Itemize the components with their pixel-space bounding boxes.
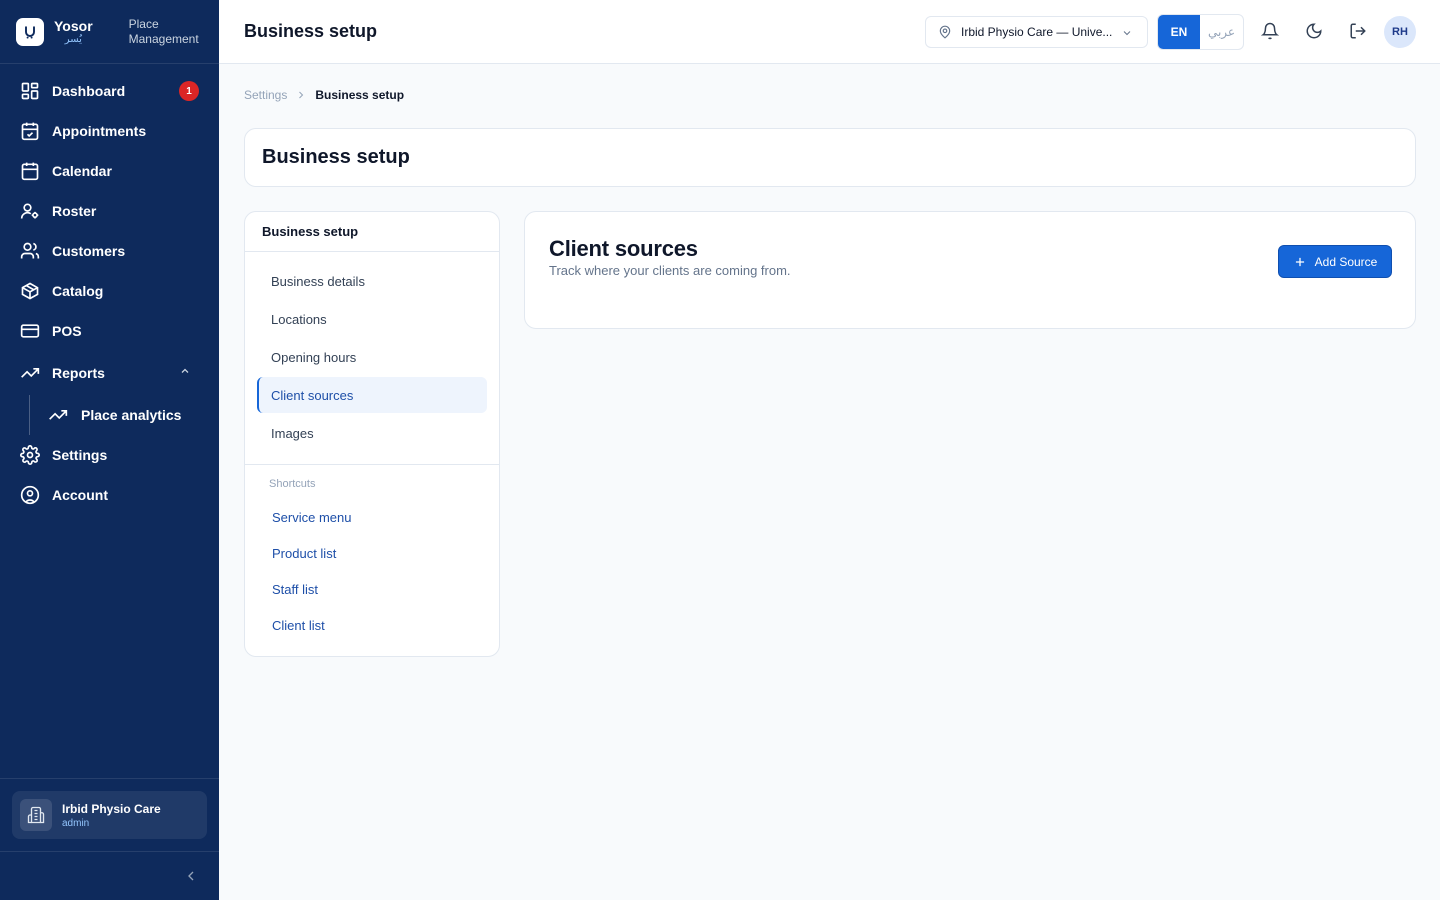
sidebar-item-label: Settings <box>52 447 108 463</box>
calendar-icon <box>21 162 39 181</box>
section-title: Client sources <box>549 236 698 261</box>
lang-ar-button[interactable]: عربي <box>1200 15 1243 49</box>
divider <box>0 851 219 852</box>
sidebar-item-roster[interactable]: Roster <box>0 191 219 231</box>
settings-nav-images[interactable]: Images <box>257 415 487 451</box>
settings-nav-business-details[interactable]: Business details <box>257 263 487 299</box>
breadcrumb: Settings Business setup <box>244 88 404 102</box>
divider <box>245 464 499 465</box>
sidebar-item-label: Calendar <box>52 163 112 179</box>
sidebar-item-label: Account <box>52 487 108 503</box>
brand-name: Yosor <box>54 17 93 34</box>
settings-nav-client-sources[interactable]: Client sources <box>257 377 487 413</box>
brand-name-ar: يُسر <box>64 33 82 45</box>
sidebar-item-label: Catalog <box>52 283 104 299</box>
brand[interactable]: Yosor يُسر Place Management <box>0 0 219 64</box>
dashboard-icon <box>21 82 39 100</box>
brand-logo-icon <box>16 17 44 46</box>
user-circle-icon <box>20 485 40 505</box>
sidebar: Yosor يُسر Place Management Dashboard 1 … <box>0 0 219 900</box>
chevron-right-icon <box>299 91 304 99</box>
gear-icon <box>20 445 40 465</box>
settings-nav-heading: Business setup <box>245 212 499 252</box>
avatar[interactable]: RH <box>1384 16 1416 48</box>
sidebar-item-reports[interactable]: Reports <box>0 351 219 395</box>
sidebar-item-account[interactable]: Account <box>0 475 219 515</box>
shortcut-staff-list[interactable]: Staff list <box>272 582 318 597</box>
breadcrumb-current: Business setup <box>315 88 405 102</box>
trending-up-icon <box>21 368 40 378</box>
language-toggle: EN عربي <box>1157 14 1244 50</box>
add-source-label: Add Source <box>1314 254 1378 269</box>
package-icon <box>21 282 39 300</box>
calendar-check-icon <box>21 122 39 141</box>
settings-nav-opening-hours[interactable]: Opening hours <box>257 339 487 375</box>
plus-icon <box>1295 257 1304 266</box>
trending-up-icon <box>49 410 68 420</box>
shortcuts-label: Shortcuts <box>269 478 316 490</box>
location-select-value: Irbid Physio Care — Unive... <box>961 25 1113 39</box>
credit-card-icon <box>20 324 40 338</box>
sidebar-item-customers[interactable]: Customers <box>0 231 219 271</box>
sidebar-item-label: Place analytics <box>81 407 182 423</box>
sidebar-item-label: Roster <box>52 203 97 219</box>
page-title: Business setup <box>262 146 410 168</box>
header-title: Business setup <box>244 21 378 41</box>
user-cog-icon <box>20 203 39 219</box>
collapse-sidebar-icon[interactable] <box>183 868 199 884</box>
breadcrumb-settings[interactable]: Settings <box>244 88 287 102</box>
sidebar-item-label: POS <box>52 323 82 339</box>
sidebar-item-label: Appointments <box>52 123 147 139</box>
bell-icon[interactable] <box>1261 22 1279 40</box>
shortcut-product-list[interactable]: Product list <box>272 546 336 561</box>
shortcut-service-menu[interactable]: Service menu <box>272 510 351 525</box>
place-name: Irbid Physio Care <box>62 801 161 816</box>
divider <box>0 778 219 779</box>
shortcut-client-list[interactable]: Client list <box>272 618 325 633</box>
sidebar-nav: Dashboard 1 Appointments Calendar Roster… <box>0 64 219 515</box>
sidebar-item-settings[interactable]: Settings <box>0 435 219 475</box>
notification-badge: 1 <box>179 81 199 101</box>
users-icon <box>20 242 40 259</box>
settings-nav: Business setup Business details Location… <box>244 211 500 657</box>
building-icon <box>20 799 52 831</box>
sidebar-item-label: Dashboard <box>52 83 126 99</box>
lang-en-button[interactable]: EN <box>1158 15 1200 49</box>
place-switcher[interactable]: Irbid Physio Care admin <box>12 791 207 839</box>
sidebar-item-catalog[interactable]: Catalog <box>0 271 219 311</box>
place-role: admin <box>62 817 90 829</box>
sidebar-item-place-analytics[interactable]: Place analytics <box>0 395 219 435</box>
logout-icon[interactable] <box>1349 22 1367 40</box>
top-header: Business setup Irbid Physio Care — Unive… <box>219 0 1440 64</box>
client-sources-card: Client sources Track where your clients … <box>524 211 1416 329</box>
sidebar-item-pos[interactable]: POS <box>0 311 219 351</box>
moon-icon[interactable] <box>1305 22 1323 40</box>
location-select[interactable]: Irbid Physio Care — Unive... <box>925 16 1148 48</box>
page-title-card: Business setup <box>244 128 1416 187</box>
sidebar-item-label: Customers <box>52 243 126 259</box>
sidebar-item-label: Reports <box>52 365 105 381</box>
section-subtitle: Track where your clients are coming from… <box>549 263 791 278</box>
map-pin-icon <box>939 25 951 39</box>
sidebar-item-dashboard[interactable]: Dashboard 1 <box>0 71 219 111</box>
sidebar-item-calendar[interactable]: Calendar <box>0 151 219 191</box>
chevron-down-icon <box>1123 31 1131 36</box>
sidebar-item-appointments[interactable]: Appointments <box>0 111 219 151</box>
add-source-button[interactable]: Add Source <box>1278 245 1392 278</box>
chevron-up-icon[interactable] <box>179 365 191 377</box>
brand-subtitle: Place Management <box>128 16 199 46</box>
settings-nav-locations[interactable]: Locations <box>257 301 487 337</box>
